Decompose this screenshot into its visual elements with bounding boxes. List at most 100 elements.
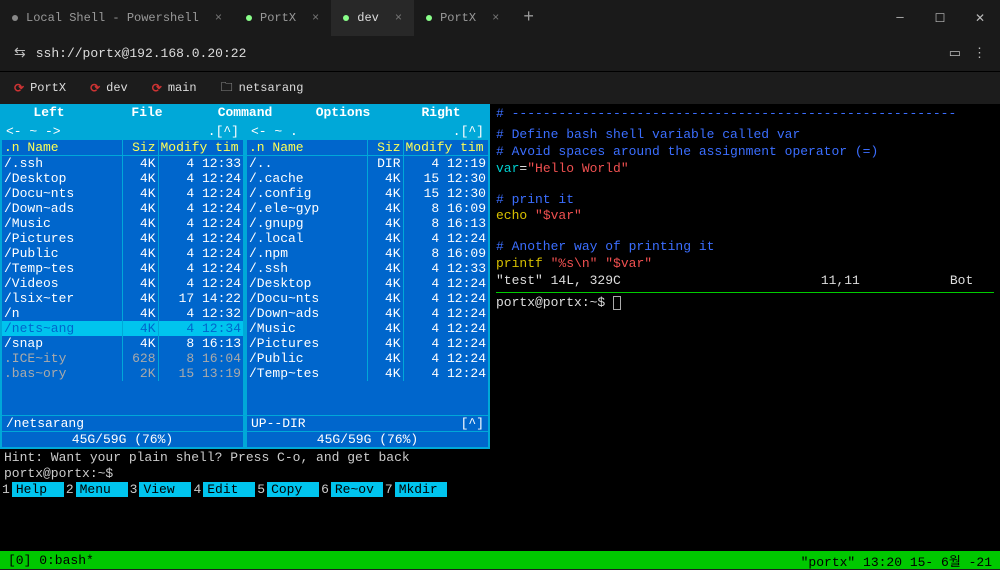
path-indicator: <- ~ ->: [6, 124, 61, 139]
tab-dev[interactable]: dev ×: [331, 0, 414, 36]
code-line: printf "%s\n" "$var": [496, 256, 994, 273]
fkey-mkdir[interactable]: 7Mkdir: [383, 482, 447, 497]
file-row[interactable]: /Public4K4 12:24: [2, 246, 243, 261]
tab-indicator-icon: [12, 15, 18, 21]
quick-netsarang[interactable]: 🗀 netsarang: [221, 78, 304, 99]
code-line: var="Hello World": [496, 161, 994, 178]
tab-portx-2[interactable]: PortX ×: [414, 0, 511, 36]
file-row[interactable]: /lsix~ter4K17 14:22: [2, 291, 243, 306]
fm-right-pane[interactable]: <- ~ ..[^] .n Name Siz Modify tim /..DIR…: [245, 121, 490, 449]
tab-label: PortX: [440, 11, 476, 25]
file-row[interactable]: /n4K4 12:32: [2, 306, 243, 321]
split-icon[interactable]: ▭: [949, 46, 961, 61]
file-row[interactable]: /..DIR4 12:19: [247, 156, 488, 171]
header-modify[interactable]: Modify tim: [159, 140, 244, 155]
close-icon[interactable]: ×: [215, 11, 222, 25]
fkey-edit[interactable]: 4Edit: [191, 482, 255, 497]
close-icon[interactable]: ×: [395, 11, 402, 25]
file-row[interactable]: /Docu~nts4K4 12:24: [2, 186, 243, 201]
quick-portx[interactable]: ⟳PortX: [14, 81, 66, 96]
file-row[interactable]: /Videos4K4 12:24: [2, 276, 243, 291]
current-path: /netsarang: [6, 416, 84, 431]
fkey-help[interactable]: 1Help: [0, 482, 64, 497]
close-icon[interactable]: ×: [492, 11, 499, 25]
reload-icon: ⟳: [90, 81, 100, 96]
file-list[interactable]: /..DIR4 12:19/.cache4K15 12:30/.config4K…: [247, 156, 488, 381]
file-row[interactable]: /Public4K4 12:24: [247, 351, 488, 366]
quick-dev[interactable]: ⟳dev: [90, 81, 128, 96]
file-row[interactable]: /.ssh4K4 12:33: [2, 156, 243, 171]
tmux-statusbar: [0] 0:bash* "portx" 13:20 15- 6월 -21: [0, 551, 1000, 569]
file-row[interactable]: /Desktop4K4 12:24: [247, 276, 488, 291]
tab-indicator-icon: [246, 15, 252, 21]
fm-left-pane[interactable]: <- ~ ->.[^] .n Name Siz Modify tim /.ssh…: [0, 121, 245, 449]
header-modify[interactable]: Modify tim: [404, 140, 489, 155]
fkey-menu[interactable]: 2Menu: [64, 482, 128, 497]
arrow-indicator: [^]: [461, 416, 484, 431]
header-size[interactable]: Siz: [368, 140, 404, 155]
file-row[interactable]: /.npm4K8 16:09: [247, 246, 488, 261]
file-row[interactable]: /Down~ads4K4 12:24: [2, 201, 243, 216]
header-size[interactable]: Siz: [123, 140, 159, 155]
tab-portx-1[interactable]: PortX ×: [234, 0, 331, 36]
disk-usage: 45G/59G (76%): [251, 432, 484, 447]
file-row[interactable]: /Docu~nts4K4 12:24: [247, 291, 488, 306]
fm-menubar[interactable]: Left File Command Options Right: [0, 104, 490, 121]
session-info: [0] 0:bash*: [8, 553, 801, 568]
comment-line: # print it: [496, 192, 994, 209]
quick-label: netsarang: [239, 81, 304, 95]
file-row[interactable]: /.ssh4K4 12:33: [247, 261, 488, 276]
terminal-panel[interactable]: # --------------------------------------…: [490, 104, 1000, 551]
menu-icon[interactable]: ⋮: [973, 46, 986, 61]
fm-menu-options[interactable]: Options: [294, 104, 392, 121]
shell-prompt[interactable]: portx@portx:~$: [0, 466, 490, 481]
fkey-copy[interactable]: 5Copy: [255, 482, 319, 497]
file-row[interactable]: .ICE~ity6288 16:04: [2, 351, 243, 366]
tab-label: Local Shell - Powershell: [26, 11, 199, 25]
file-list[interactable]: /.ssh4K4 12:33/Desktop4K4 12:24/Docu~nts…: [2, 156, 243, 381]
column-header: .n Name Siz Modify tim: [247, 140, 488, 156]
add-tab-button[interactable]: +: [511, 8, 546, 28]
shell-prompt[interactable]: portx@portx:~$: [496, 295, 994, 312]
file-row[interactable]: /Temp~tes4K4 12:24: [2, 261, 243, 276]
vim-status: "test" 14L, 329C11,11Bot: [496, 273, 994, 290]
quick-main[interactable]: ⟳ main: [152, 81, 197, 96]
header-name[interactable]: .n Name: [2, 140, 123, 155]
address-text[interactable]: ssh://portx@192.168.0.20:22: [36, 46, 939, 61]
file-row[interactable]: /nets~ang4K4 12:34: [2, 321, 243, 336]
addressbar: ⇆ ssh://portx@192.168.0.20:22 ▭ ⋮: [0, 36, 1000, 72]
fm-menu-command[interactable]: Command: [196, 104, 294, 121]
file-row[interactable]: /Pictures4K4 12:24: [247, 336, 488, 351]
file-row[interactable]: /snap4K8 16:13: [2, 336, 243, 351]
tab-label: dev: [357, 11, 379, 25]
fm-menu-left[interactable]: Left: [0, 104, 98, 121]
tab-local-shell[interactable]: Local Shell - Powershell ×: [0, 0, 234, 36]
file-row[interactable]: /Music4K4 12:24: [2, 216, 243, 231]
fm-menu-file[interactable]: File: [98, 104, 196, 121]
file-row[interactable]: .bas~ory2K15 13:19: [2, 366, 243, 381]
file-row[interactable]: /Music4K4 12:24: [247, 321, 488, 336]
file-row[interactable]: /.local4K4 12:24: [247, 231, 488, 246]
reload-icon: ⟳: [152, 81, 162, 96]
header-name[interactable]: .n Name: [247, 140, 368, 155]
close-icon[interactable]: ×: [312, 11, 319, 25]
connection-icon: ⇆: [14, 45, 26, 62]
file-row[interactable]: /Pictures4K4 12:24: [2, 231, 243, 246]
file-row[interactable]: /.ele~gyp4K8 16:09: [247, 201, 488, 216]
file-row[interactable]: /.cache4K15 12:30: [247, 171, 488, 186]
file-row[interactable]: /Desktop4K4 12:24: [2, 171, 243, 186]
file-row[interactable]: /Temp~tes4K4 12:24: [247, 366, 488, 381]
maximize-button[interactable]: ☐: [920, 0, 960, 36]
close-button[interactable]: ✕: [960, 0, 1000, 36]
file-row[interactable]: /Down~ads4K4 12:24: [247, 306, 488, 321]
folder-icon: 🗀: [221, 78, 233, 99]
fm-menu-right[interactable]: Right: [392, 104, 490, 121]
comment-line: # Avoid spaces around the assignment ope…: [496, 144, 994, 161]
window-controls: ─ ☐ ✕: [880, 0, 1000, 36]
minimize-button[interactable]: ─: [880, 0, 920, 36]
fkey-view[interactable]: 3View: [128, 482, 192, 497]
file-row[interactable]: /.gnupg4K8 16:13: [247, 216, 488, 231]
quick-label: main: [168, 81, 197, 95]
file-row[interactable]: /.config4K15 12:30: [247, 186, 488, 201]
fkey-re~ov[interactable]: 6Re~ov: [319, 482, 383, 497]
